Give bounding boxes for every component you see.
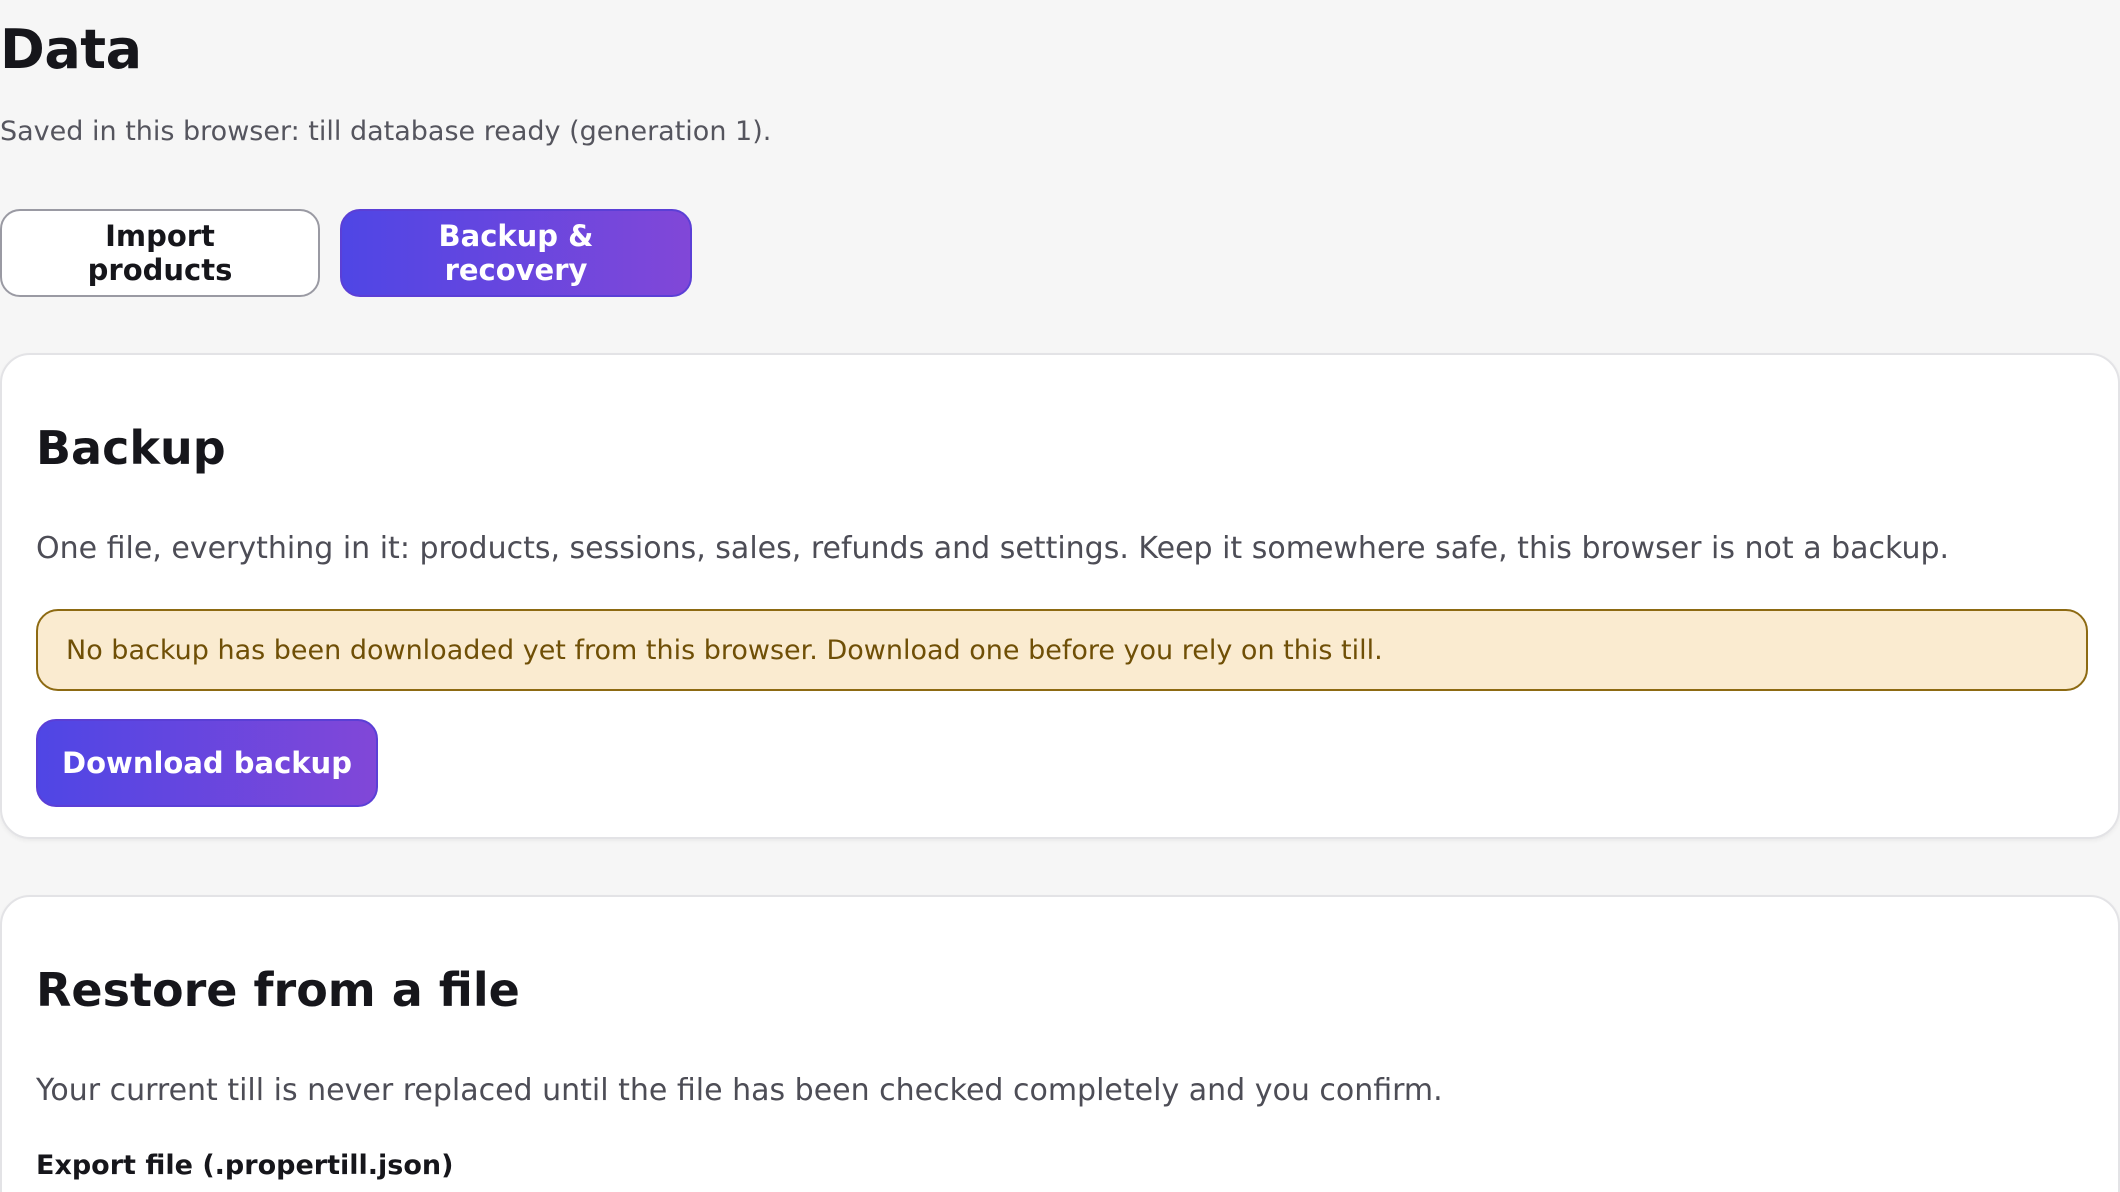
backup-heading: Backup: [36, 421, 226, 475]
backup-warning-notice: No backup has been downloaded yet from t…: [36, 609, 2088, 691]
page-subtitle: Saved in this browser: till database rea…: [0, 116, 772, 147]
export-file-label: Export file (.propertill.json): [36, 1150, 454, 1181]
restore-card: Restore from a file Your current till is…: [0, 895, 2120, 1192]
page-title: Data: [0, 18, 142, 81]
download-backup-button[interactable]: Download backup: [36, 719, 378, 807]
tab-import-products[interactable]: Import products: [0, 209, 320, 297]
backup-description: One file, everything in it: products, se…: [36, 531, 1950, 566]
backup-card: Backup One file, everything in it: produ…: [0, 353, 2120, 839]
backup-warning-text: No backup has been downloaded yet from t…: [66, 634, 1383, 666]
tab-bar: Import products Backup & recovery: [0, 209, 692, 297]
data-page: Data Saved in this browser: till databas…: [0, 0, 2120, 1192]
restore-description: Your current till is never replaced unti…: [36, 1073, 1443, 1108]
restore-heading: Restore from a file: [36, 963, 520, 1017]
tab-backup-recovery[interactable]: Backup & recovery: [340, 209, 692, 297]
